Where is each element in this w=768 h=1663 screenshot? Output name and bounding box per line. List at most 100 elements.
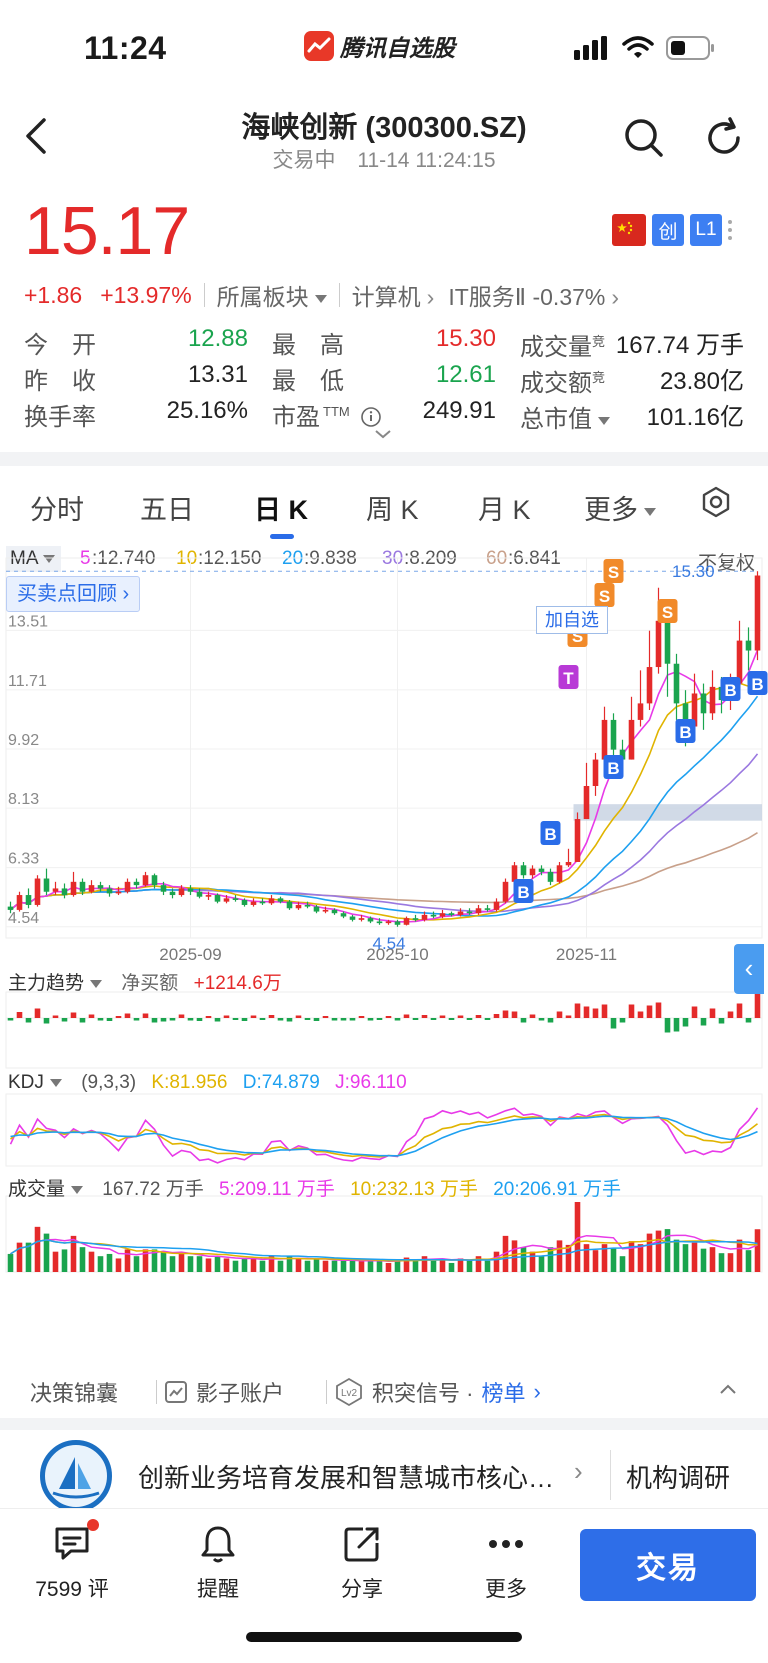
- volume-bar: [214, 1256, 221, 1272]
- current-price: 15.17: [24, 193, 190, 269]
- signal-ranking-link[interactable]: Lv2 积突信号 · 榜单 ›: [334, 1376, 541, 1408]
- app-logo-icon: [304, 31, 334, 61]
- chart-settings-icon[interactable]: [700, 486, 732, 518]
- flow-bar: [133, 1018, 140, 1021]
- flow-bar: [124, 1013, 131, 1018]
- candle-body: [70, 881, 77, 896]
- comment-icon: [51, 1519, 99, 1565]
- candle-body: [34, 878, 41, 905]
- chart-card-icon: [165, 1381, 187, 1403]
- comments-button[interactable]: 7599 评: [22, 1519, 122, 1603]
- volume-bar: [583, 1244, 590, 1272]
- kline-chart[interactable]: MA 5 :12.740 10 :12.150 20 :9.838 30 :8.…: [0, 544, 768, 1358]
- share-button[interactable]: 分享: [312, 1523, 412, 1603]
- share-label: 分享: [341, 1578, 383, 1601]
- ranking-label: 榜单: [481, 1381, 526, 1406]
- kdj-legend[interactable]: KDJ (9,3,3) K:81.956 D:74.879 J:96.110: [8, 1072, 417, 1094]
- sector-link-1[interactable]: 计算机 ›: [352, 278, 435, 312]
- candle-body: [709, 686, 716, 714]
- volume-bar: [88, 1251, 95, 1272]
- flow-bar: [718, 1018, 725, 1024]
- volume-bar: [277, 1260, 284, 1272]
- flow-bar: [547, 1018, 554, 1023]
- refresh-button[interactable]: [700, 114, 748, 162]
- candle-body: [97, 885, 104, 889]
- amount-value: 23.80亿: [659, 368, 744, 395]
- status-time: 11:24: [84, 30, 167, 66]
- flow-bar: [493, 1014, 500, 1018]
- remind-label: 提醒: [197, 1578, 239, 1601]
- flow-bar: [736, 1003, 743, 1018]
- trade-button[interactable]: 交易: [580, 1529, 756, 1601]
- collapse-panel-button[interactable]: ‹: [734, 944, 764, 994]
- volume-bar: [205, 1258, 212, 1272]
- volume-bar: [70, 1235, 77, 1272]
- search-icon: [625, 119, 663, 157]
- news-headline[interactable]: 创新业务培育发展和智慧城市核心…: [138, 1458, 558, 1495]
- volume-ma5: 5:209.11 万手: [218, 1179, 335, 1200]
- candle-body: [205, 895, 212, 897]
- volume-bar: [592, 1250, 599, 1272]
- volume-ind-total: 167.72 万手: [102, 1179, 204, 1200]
- kdj-label: KDJ: [8, 1072, 44, 1093]
- main-flow-legend[interactable]: 主力趋势 净买额 +1214.6万: [8, 968, 292, 995]
- candle-body: [493, 901, 500, 910]
- remind-button[interactable]: 提醒: [168, 1523, 268, 1603]
- quote-stats: 今 开 12.88 昨 收 13.31 换手率 25.16% 最 高 15.30…: [0, 325, 768, 439]
- flow-bar: [466, 1018, 473, 1020]
- volume-bar: [673, 1239, 680, 1272]
- low-label: 最 低: [272, 368, 344, 395]
- flow-bar: [367, 1018, 374, 1021]
- buy-sell-review-button[interactable]: 买卖点回顾 ›: [6, 576, 141, 612]
- divider: [156, 1380, 157, 1404]
- kdj-k: K:81.956: [151, 1072, 228, 1093]
- mcap-label[interactable]: 总市值: [520, 399, 610, 434]
- volume-bar: [745, 1250, 752, 1272]
- volume-bar: [511, 1240, 518, 1272]
- chevron-right-icon: ›: [426, 284, 435, 310]
- flow-bar: [259, 1018, 266, 1020]
- status-bar: 11:24 腾讯自选股: [0, 0, 768, 100]
- flow-bar: [394, 1018, 401, 1021]
- volume-bar: [178, 1253, 185, 1272]
- tab-intraday[interactable]: 分时: [30, 488, 84, 527]
- sector-dropdown[interactable]: 所属板块: [217, 278, 327, 312]
- collapse-up-icon[interactable]: [718, 1382, 738, 1396]
- shadow-account-link[interactable]: 影子账户: [164, 1376, 284, 1408]
- sector-link-2[interactable]: IT服务Ⅱ -0.37% ›: [448, 278, 619, 312]
- volume-legend[interactable]: 成交量 167.72 万手 5:209.11 万手 10:232.13 万手 2…: [8, 1174, 631, 1201]
- flow-bar: [304, 1018, 311, 1020]
- volume-bar: [736, 1239, 743, 1272]
- flow-bar: [250, 1015, 257, 1018]
- kdj-d: D:74.879: [242, 1072, 320, 1093]
- candle-body: [268, 898, 275, 904]
- more-dots-icon[interactable]: [728, 214, 736, 246]
- tab-weekly-k[interactable]: 周 K: [366, 488, 419, 527]
- decision-kit-link[interactable]: 决策锦囊: [30, 1376, 118, 1408]
- candle-body: [88, 885, 95, 892]
- price-change: +1.86: [24, 281, 83, 308]
- support-zone: [573, 804, 762, 821]
- search-button[interactable]: [620, 114, 668, 162]
- trading-status: 交易中: [272, 149, 336, 172]
- flow-bar: [439, 1015, 446, 1018]
- amount-label-text: 成交额: [520, 370, 592, 397]
- volume-bar: [448, 1262, 455, 1272]
- pe-label-text: 市盈: [272, 404, 320, 431]
- more-button[interactable]: 更多: [456, 1523, 556, 1603]
- tab-five-day[interactable]: 五日: [140, 488, 194, 527]
- pe-label[interactable]: 市盈 TTM: [272, 397, 382, 432]
- flow-bar: [286, 1018, 293, 1022]
- caret-down-icon: [314, 294, 327, 303]
- kdj-j: J:96.110: [335, 1072, 407, 1093]
- open-value: 12.88: [187, 325, 248, 352]
- flow-bar: [277, 1018, 284, 1021]
- tab-monthly-k[interactable]: 月 K: [478, 488, 531, 527]
- tab-more[interactable]: 更多: [584, 488, 656, 527]
- tab-daily-k[interactable]: 日 K: [254, 488, 308, 527]
- expand-chevron-icon[interactable]: [374, 429, 392, 439]
- institution-research-link[interactable]: 机构调研: [626, 1458, 730, 1495]
- candle-body: [16, 895, 23, 910]
- cellular-signal-icon: [574, 36, 607, 60]
- flow-bar: [646, 1005, 653, 1018]
